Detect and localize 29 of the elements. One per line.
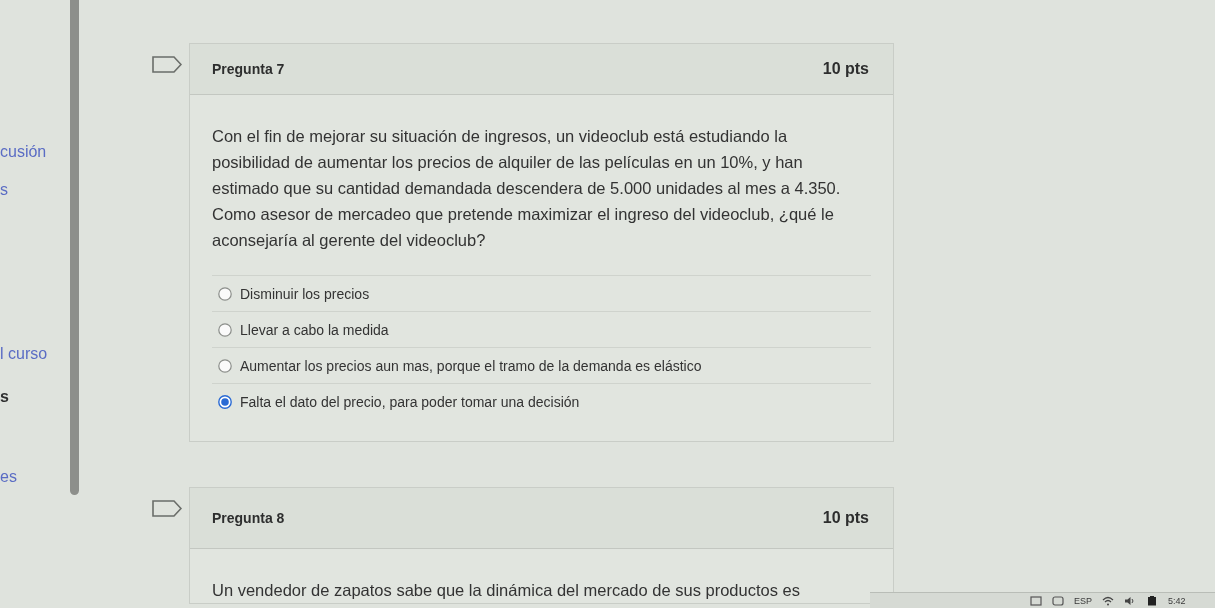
nav-link[interactable]: l curso — [0, 343, 48, 365]
language-indicator[interactable]: ESP — [1074, 595, 1092, 606]
radio-button[interactable] — [218, 358, 232, 373]
volume-icon[interactable] — [1124, 595, 1136, 606]
tag-icon[interactable] — [152, 56, 182, 73]
radio-button[interactable] — [218, 394, 232, 409]
question-title: Pregunta 7 — [212, 61, 285, 77]
question-text: Un vendedor de zapatos sabe que la dinámica del mercado de sus productos es — [212, 580, 801, 601]
answer-option[interactable]: Aumentar los precios aun mas, porque el tramo de la demanda es elástico — [240, 357, 702, 374]
wifi-icon[interactable] — [1102, 595, 1114, 606]
question-text: Con el fin de mejorar su situación de ingresos, un videoclub está estudiando la posibilidad de aumentar los precios de alquiler de las películas en un 10%, y han estimado que su cantidad demandada descendera de 5.000 unidades al mes a 4.350. Como asesor de mercadeo que pretende maximizar el ingreso del videoclub, ¿qué le aconsejaría al gerente del videoclub? — [212, 126, 842, 251]
nav-link[interactable]: s — [0, 386, 9, 408]
scrollbar-thumb[interactable] — [70, 0, 79, 495]
window-icon[interactable] — [1030, 595, 1042, 606]
answer-option[interactable]: Disminuir los precios — [240, 285, 370, 302]
window-icon[interactable] — [1052, 595, 1064, 606]
radio-button[interactable] — [218, 322, 232, 337]
nav-link[interactable]: es — [0, 466, 17, 488]
question-points: 10 pts — [822, 60, 869, 78]
question-title: Pregunta 8 — [212, 510, 285, 526]
clock-time[interactable]: 5:42 — [1168, 595, 1186, 606]
question-points: 10 pts — [822, 509, 869, 527]
nav-link[interactable]: cusión — [0, 141, 47, 163]
nav-link[interactable]: s — [0, 179, 8, 201]
radio-button[interactable] — [218, 286, 232, 301]
battery-icon[interactable] — [1146, 595, 1158, 606]
tag-icon[interactable] — [152, 500, 182, 517]
answer-option[interactable]: Llevar a cabo la medida — [240, 321, 389, 338]
answer-option[interactable]: Falta el dato del precio, para poder tomar una decisión — [240, 393, 580, 410]
